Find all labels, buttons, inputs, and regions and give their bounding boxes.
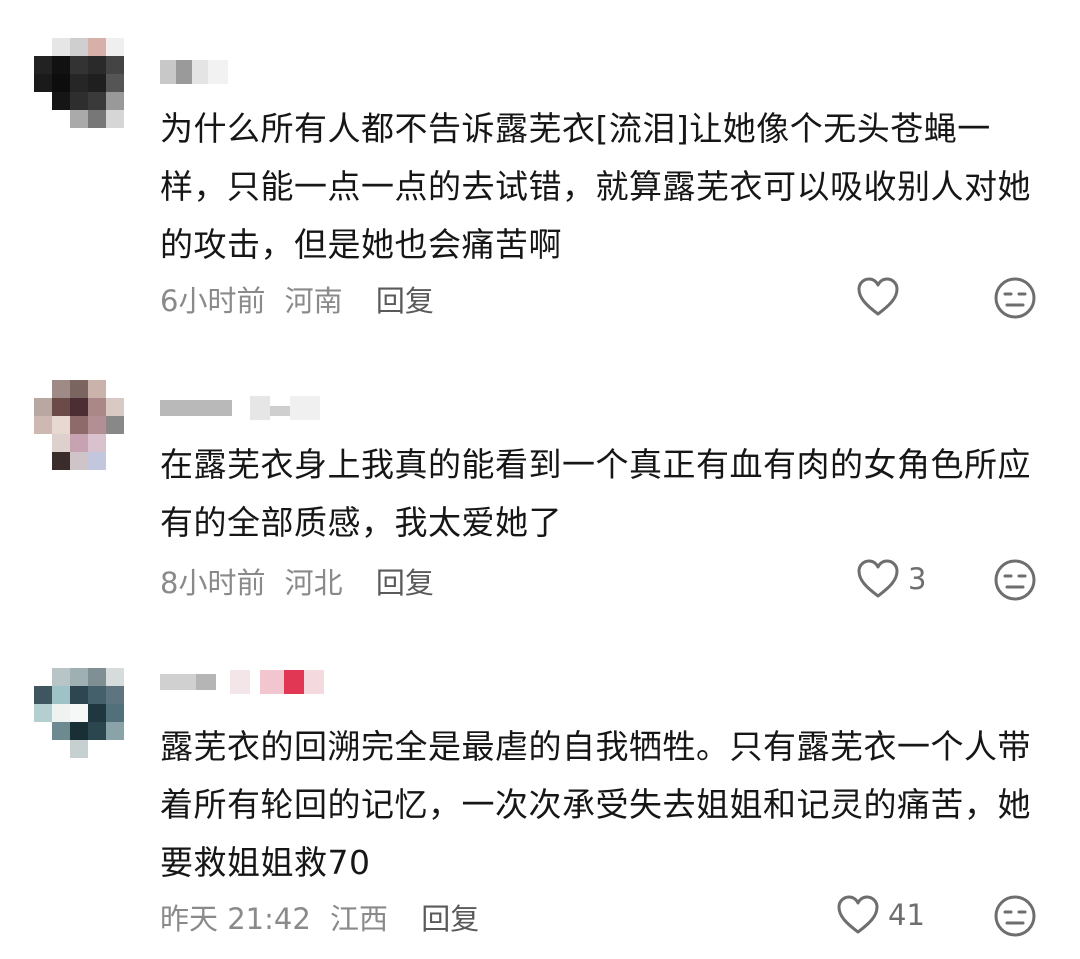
heart-outline-icon: [837, 895, 879, 934]
comment-location: 江西: [330, 902, 389, 936]
reply-button[interactable]: 回复: [421, 902, 479, 936]
comment-text: 露芜衣的回溯完全是最虐的自我牺牲。只有露芜衣一个人带着所有轮回的记忆，一次次承受…: [160, 727, 1031, 882]
username-blurred[interactable]: [160, 670, 340, 694]
like-count: 41: [888, 898, 925, 932]
comment-meta: 昨天 21:42 江西 回复: [160, 896, 489, 938]
comment-item: 露芜衣的回溯完全是最虐的自我牺牲。只有露芜衣一个人带着所有轮回的记忆，一次次承受…: [0, 0, 1080, 959]
neutral-face-icon[interactable]: [993, 894, 1037, 938]
avatar[interactable]: [34, 668, 124, 758]
like-button[interactable]: 41: [836, 894, 925, 936]
comment-time: 昨天 21:42: [160, 902, 311, 936]
